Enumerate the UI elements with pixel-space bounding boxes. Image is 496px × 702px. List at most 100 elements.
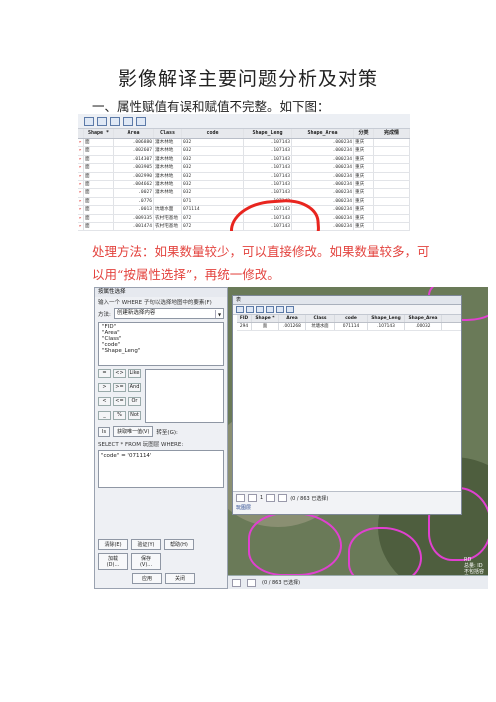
table-cell: 面 [84, 206, 114, 214]
table-cell: 032 [182, 189, 244, 197]
first-record-button[interactable] [232, 578, 241, 587]
table-row[interactable]: ▸ 面 .003905 灌木林地 032.107143.000234 重庆 [78, 164, 410, 173]
zoom-icon[interactable] [123, 116, 133, 126]
parcel-outline[interactable] [248, 512, 342, 576]
table-cell: 面 [84, 214, 114, 222]
sql-expression-input[interactable]: "code" = '071114' [98, 450, 224, 488]
clear-selection-icon[interactable] [266, 306, 274, 313]
table-cell [374, 197, 410, 206]
table-cell: .014307 [114, 155, 154, 164]
table-cell [374, 147, 410, 155]
record-number[interactable]: 1 [260, 495, 263, 501]
table-cell: .004662 [114, 180, 154, 189]
apply-button[interactable]: 应用 [132, 573, 162, 584]
get-unique-values-button[interactable]: 获取唯一值(V) [113, 426, 154, 437]
table-row[interactable]: ▸ 面 .002607 灌木林地 032.107143.000234 重庆 [78, 147, 410, 156]
table-cell: 面 [84, 197, 114, 206]
table-cell: 面 [84, 189, 114, 197]
op-button[interactable]: % [113, 411, 126, 420]
table-cell: .107143 [244, 164, 292, 172]
table-cell: 重庆 [354, 139, 374, 147]
switch-selection-icon[interactable] [256, 306, 264, 313]
table-cell [374, 222, 410, 231]
first-record-button[interactable] [236, 494, 245, 502]
table-cell: 重庆 [354, 147, 374, 155]
table-toolbar [78, 114, 410, 129]
map-view[interactable]: 表 FID Shape * Area Class code Shape_Leng… [228, 287, 488, 589]
sql-prefix: SELECT * FROM 玩图层 WHERE: [98, 442, 184, 448]
last-record-button[interactable] [278, 494, 288, 502]
chevron-down-icon: ▼ [215, 309, 223, 318]
table-options-icon[interactable] [84, 116, 94, 126]
table-cell: 032 [182, 180, 244, 189]
table-cell: 面 [84, 139, 114, 147]
prev-record-button[interactable] [247, 578, 256, 587]
table-row[interactable]: ▸ 面 .004662 灌木林地 032.107143.000234 重庆 [78, 180, 410, 190]
op-button[interactable]: > [98, 383, 111, 392]
table-cell: .0776 [114, 197, 154, 206]
table-cell: .107143 [244, 180, 292, 189]
clear-selection-icon[interactable] [110, 116, 120, 126]
table-cell: 032 [182, 139, 244, 147]
op-button[interactable]: Like [128, 369, 141, 378]
table-options-icon[interactable] [236, 306, 244, 313]
map-status-bar: (0 / 863 已选择) [228, 575, 488, 589]
save-button[interactable]: 保存(V)... [131, 553, 161, 570]
help-button[interactable]: 帮助(H) [164, 539, 194, 550]
dialog-title: 按属性选择 [95, 288, 227, 297]
op-button[interactable]: <= [113, 397, 126, 406]
op-button[interactable]: _ [98, 411, 111, 420]
table-cell: .000234 [292, 189, 354, 197]
op-button[interactable]: And [128, 383, 141, 392]
table-cell: .000234 [292, 147, 354, 155]
attr-table-row[interactable]: 294 面 .001268 坑塘水面 071114 .107143 .00032 [237, 323, 461, 331]
is-button[interactable]: Is [98, 426, 111, 437]
table-row[interactable]: ▸ 面 .014307 灌木林地 032.107143.000234 重庆 [78, 155, 410, 165]
selection-count: (0 / 863 已选择) [262, 580, 301, 586]
table-row[interactable]: ▸ 面 .0776 071.107143.000234 重庆 [78, 197, 410, 207]
prev-record-button[interactable] [248, 494, 257, 502]
select-icon[interactable] [97, 116, 107, 126]
table-cell: 灌木林地 [154, 189, 182, 197]
close-button[interactable]: 关闭 [165, 573, 195, 584]
table-cell: 农村宅基地 [154, 222, 182, 231]
table-cell: 面 [84, 180, 114, 189]
table-cell [374, 214, 410, 222]
page-title: 影像解译主要问题分析及对策 [117, 68, 378, 90]
table-row[interactable]: ▸ 面 .002990 灌木林地 032.107143.000234 重庆 [78, 172, 410, 181]
table-cell: .000234 [292, 172, 354, 180]
layer-tab[interactable]: 玩图层 [233, 504, 461, 511]
op-button[interactable]: >= [113, 383, 126, 392]
verify-button[interactable]: 验证(Y) [131, 539, 161, 550]
clear-button[interactable]: 清除(E) [98, 539, 128, 550]
unique-values-list[interactable] [145, 369, 224, 423]
delete-icon[interactable] [286, 306, 294, 313]
load-button[interactable]: 加载(D)... [98, 553, 128, 570]
op-button[interactable]: < [98, 397, 111, 406]
method-select[interactable]: 创建新选择内容 ▼ [113, 308, 224, 319]
delete-icon[interactable] [136, 116, 146, 126]
window-title: 表 [233, 296, 461, 305]
attribute-table-screenshot: Shape * Area Class code Shape_Leng Shape… [78, 114, 410, 231]
table-row[interactable]: ▸ 面 .0027 灌木林地 032.107143.000234 重庆 [78, 189, 410, 198]
zoom-icon[interactable] [276, 306, 284, 313]
window-toolbar [233, 305, 461, 315]
table-cell: 重庆 [354, 164, 374, 172]
section-heading: 一、属性赋值有误和赋值不完整。如下图： [92, 99, 330, 114]
field-item[interactable]: "Shape_Leng" [102, 348, 220, 354]
next-record-button[interactable] [266, 494, 276, 502]
table-cell: .0027 [114, 189, 154, 197]
op-button[interactable]: Or [128, 397, 141, 406]
table-cell: 032 [182, 147, 244, 155]
op-button[interactable]: Not [128, 411, 141, 420]
selection-count: (0 / 863 已选择) [290, 495, 329, 502]
attr-table-header: FID Shape * Area Class code Shape_Leng S… [237, 315, 461, 323]
table-cell: 灌木林地 [154, 164, 182, 172]
table-cell: .000234 [292, 164, 354, 172]
field-list[interactable]: "FID" "Area" "Class" "code" "Shape_Leng" [98, 322, 224, 366]
op-button[interactable]: <> [113, 369, 126, 378]
select-icon[interactable] [246, 306, 254, 313]
select-by-attributes-dialog: 按属性选择 输入一个 WHERE 子句以选择地图中的要素(F) 方法: 创建新选… [94, 287, 228, 589]
op-button[interactable]: = [98, 369, 111, 378]
table-row[interactable]: ▸ 面 .006880 灌木林地 032.107143.000234 重庆 [78, 139, 410, 148]
